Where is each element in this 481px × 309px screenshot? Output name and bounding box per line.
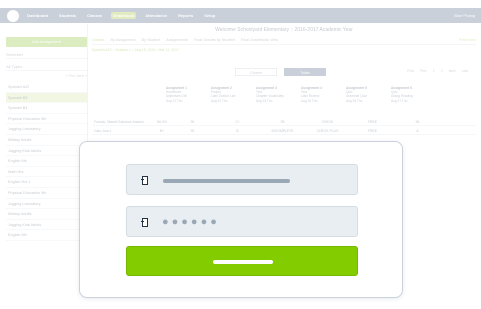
student-name[interactable]: Fomulo, Marcel Solomon Antonio xyxy=(92,120,154,124)
grade-cell[interactable]: 96 xyxy=(395,120,440,124)
password-mask: ●●●●●● xyxy=(162,216,220,228)
pager-next[interactable]: Next xyxy=(449,69,456,73)
tab-final-grades-by-student[interactable]: Final Grades by Student xyxy=(194,38,235,42)
grade-cell[interactable]: FREE xyxy=(350,120,395,124)
document-icon xyxy=(141,218,148,227)
login-card: ●●●●●● xyxy=(79,141,403,298)
sidebar-item-class[interactable]: Spanish B3 xyxy=(6,92,87,104)
nav-dashboard[interactable]: Dashboard xyxy=(25,12,50,19)
login-button[interactable] xyxy=(126,246,358,276)
sidebar-item-class[interactable]: Math Hrs xyxy=(6,167,87,178)
sidebar-item-class[interactable]: English Ms xyxy=(6,156,87,167)
sidebar-item-class[interactable]: English Hrs 1 xyxy=(6,177,87,188)
print-view-link[interactable]: Print View xyxy=(459,38,476,42)
gradebook-tabs: Grades By Assignment By Student Assignme… xyxy=(92,36,476,45)
grade-cell[interactable]: CHECK PLUS xyxy=(305,129,350,133)
sidebar-item-class[interactable]: Spanish A22 xyxy=(6,82,87,93)
school-logo-icon xyxy=(7,9,19,22)
sidebar-item-class[interactable]: Jogging Laboratory xyxy=(6,199,87,210)
document-icon xyxy=(141,176,148,185)
grade-cell[interactable]: 99 xyxy=(260,120,305,124)
pager-page-1[interactable]: 1 xyxy=(433,69,435,73)
top-nav-bar: Dashboard Students Classes Gradebook Att… xyxy=(0,8,481,23)
table-row[interactable]: Fomulo, Marcel Solomon Antonio 86.0% 90 C+ 9… xyxy=(92,118,476,126)
sidebar-item-class[interactable]: Jogging Kids Adults xyxy=(6,220,87,231)
assignment-column-header[interactable]: Assignment 1 Homework Adjectives Drill Aug … xyxy=(166,86,211,103)
assignment-column-header[interactable]: Assignment 3 Test Chapter Vocabulary Aug 15… xyxy=(256,86,301,103)
sidebar-item-class[interactable]: English 8th xyxy=(6,230,87,241)
grade-cell[interactable]: A xyxy=(395,129,440,133)
student-average: B+ xyxy=(159,128,165,133)
grade-cell[interactable]: 90 xyxy=(170,120,215,124)
assignment-due: Aug 15 Thu xyxy=(301,98,318,103)
pager-prev[interactable]: Prev xyxy=(420,69,427,73)
pager-page-2[interactable]: 2 xyxy=(441,69,443,73)
assignment-column-header[interactable]: Assignment 2 Project Latin Oration Lab Aug … xyxy=(211,86,256,103)
grade-cell[interactable]: B xyxy=(215,129,260,133)
nav-attendance[interactable]: Attendance xyxy=(143,12,169,19)
grade-pager: First Prev 1 2 Next Last xyxy=(401,69,468,73)
sidebar-item-class[interactable]: Physical Education 9th xyxy=(6,188,87,199)
pager-last[interactable]: Last xyxy=(462,69,468,73)
tab-by-student[interactable]: By Student xyxy=(142,38,161,42)
tab-grades[interactable]: Grades xyxy=(92,38,104,42)
sidebar-item-class[interactable]: Jogging Laboratory xyxy=(6,124,87,135)
class-list: Spanish A22 Spanish B3 Spanish B4 Physical … xyxy=(6,82,87,241)
page-title: Welcome Schoolyard Elementary :: 2016-20… xyxy=(215,27,353,33)
add-assignment-button[interactable]: Add Assignment xyxy=(6,37,87,47)
sidebar-item-class[interactable]: Physical Education 9th xyxy=(6,114,87,125)
nav-reports[interactable]: Reports xyxy=(176,12,195,19)
assignment-column-header[interactable]: Assignment 5 Quiz Grammar Quiz Aug 25 Thu xyxy=(346,86,391,103)
tab-final-gradebook-view[interactable]: Final Gradebook View xyxy=(241,38,278,42)
assignment-header-row: Assignment 1 Homework Adjectives Drill Aug … xyxy=(166,86,436,103)
grade-cell[interactable]: C+ xyxy=(215,120,260,124)
assignment-due: Aug 25 Thu xyxy=(346,98,363,103)
toggle-current[interactable]: Current xyxy=(235,68,277,76)
nav-setup[interactable]: Setup xyxy=(202,12,217,19)
username-field[interactable] xyxy=(126,164,358,195)
type-filter-select[interactable]: All Types xyxy=(6,63,87,71)
sidebar-item-class[interactable]: Military Adults xyxy=(6,135,87,146)
sidebar-item-class[interactable]: Military Adults xyxy=(6,209,87,220)
tab-assignments[interactable]: Assignments xyxy=(166,38,188,42)
term-filter-select[interactable]: Semester xyxy=(6,51,87,59)
pager-first[interactable]: First xyxy=(407,69,414,73)
breadcrumb: Spanish A22 :: Session 1 :: Aug 15, 2016… xyxy=(92,48,179,52)
grade-cell[interactable]: 90 xyxy=(170,129,215,133)
username-placeholder-bar xyxy=(163,179,290,183)
login-button-label-bar xyxy=(213,260,273,264)
assignment-due: Aug 27 Thu xyxy=(391,98,408,103)
user-menu[interactable]: Blue Phang xyxy=(454,13,475,18)
tab-by-assignment[interactable]: By Assignment xyxy=(110,38,135,42)
table-row[interactable]: Calo, Ana J B+ 90 B INCOMPLETE CHECK PLUS FREE… xyxy=(92,127,476,135)
view-toggle: Current Totals xyxy=(235,68,326,76)
class-sidebar: Add Assignment Semester All Types « Prev… xyxy=(6,24,88,280)
assignment-due: Aug 12 Thu xyxy=(211,98,228,103)
grade-cell[interactable]: FREE xyxy=(350,129,395,133)
nav-gradebook[interactable]: Gradebook xyxy=(111,12,137,19)
sidebar-item-class[interactable]: Jogging Kids Adults xyxy=(6,146,87,157)
assignment-column-header[interactable]: Assignment 4 Test Latin Review Aug 15 Thu xyxy=(301,86,346,103)
student-name[interactable]: Calo, Ana J xyxy=(92,129,154,133)
sidebar-item-class[interactable]: Spanish B4 xyxy=(6,103,87,114)
grade-cell[interactable]: CHECK xyxy=(305,120,350,124)
assignment-due: Aug 15 Thu xyxy=(256,98,273,103)
sidebar-pager[interactable]: « Prev Next » xyxy=(6,74,87,82)
student-average: 86.0% xyxy=(157,119,167,124)
nav-students[interactable]: Students xyxy=(57,12,78,19)
nav-classes[interactable]: Classes xyxy=(85,12,104,19)
assignment-column-header[interactable]: Assignment 6 Quiz Dialog Reading Aug 27 Thu xyxy=(391,86,436,103)
grade-cell[interactable]: INCOMPLETE xyxy=(260,129,305,133)
toggle-totals[interactable]: Totals xyxy=(284,68,326,76)
assignment-due: Aug 12 Thu xyxy=(166,98,183,103)
password-field[interactable]: ●●●●●● xyxy=(126,206,358,237)
